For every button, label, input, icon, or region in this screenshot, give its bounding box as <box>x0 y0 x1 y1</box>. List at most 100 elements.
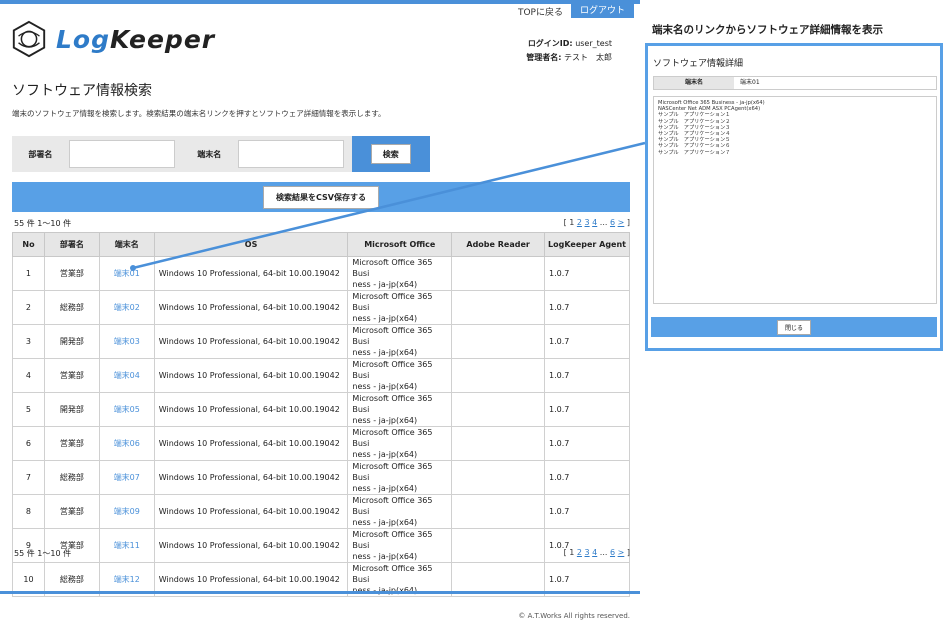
cell-dept: 営業部 <box>43 256 100 291</box>
cell-terminal: 端末01 <box>98 256 155 291</box>
copyright: © A.T.Works All rights reserved. <box>518 612 630 620</box>
logkeeper-logo-icon <box>12 20 46 58</box>
page-link[interactable]: 3 <box>585 218 590 227</box>
table-row: 3 開発部 端末03 Windows 10 Professional, 64-bit … <box>12 324 630 359</box>
csv-bar: 検索結果をCSV保存する <box>12 182 630 212</box>
login-info: ログインID: user_test 管理者名: テスト 太郎 <box>500 37 612 65</box>
logout-button[interactable]: ログアウト <box>570 4 634 18</box>
cell-dept: 営業部 <box>43 358 100 393</box>
terminal-link[interactable]: 端末03 <box>114 337 140 346</box>
logo-wordmark: LogKeeper <box>56 24 216 54</box>
column-header: Microsoft Office <box>347 232 453 257</box>
office-line: Microsoft Office 365 Busi <box>352 326 433 346</box>
office-line: ness - ja-jp(x64) <box>352 382 418 391</box>
panel-caption: 端末名のリンクからソフトウェア詳細情報を表示 <box>652 24 883 36</box>
terminal-link[interactable]: 端末07 <box>114 473 140 482</box>
cell-os: Windows 10 Professional, 64-bit 10.00.19… <box>153 426 349 461</box>
office-line: ness - ja-jp(x64) <box>352 518 418 527</box>
terminal-link[interactable]: 端末01 <box>114 269 140 278</box>
page-current: 1 <box>569 548 575 557</box>
terminal-input[interactable] <box>237 140 344 168</box>
result-count: 55 件 1〜10 件 <box>14 219 72 228</box>
office-line: Microsoft Office 365 Busi <box>352 394 433 414</box>
terminal-link[interactable]: 端末06 <box>114 439 140 448</box>
cell-terminal: 端末05 <box>98 392 155 427</box>
cell-dept: 総務部 <box>43 460 100 495</box>
terminal-link[interactable]: 端末09 <box>114 507 140 516</box>
logo: LogKeeper <box>10 20 220 58</box>
column-header: 部署名 <box>43 232 100 257</box>
page-link[interactable]: 4 <box>592 218 597 227</box>
column-header: 端末名 <box>98 232 155 257</box>
terminal-link[interactable]: 端末05 <box>114 405 140 414</box>
office-line: ness - ja-jp(x64) <box>352 280 418 289</box>
cell-adobe <box>451 494 546 529</box>
table-row: 6 営業部 端末06 Windows 10 Professional, 64-bit … <box>12 426 630 461</box>
cell-dept: 営業部 <box>43 494 100 529</box>
cell-os: Windows 10 Professional, 64-bit 10.00.19… <box>153 460 349 495</box>
column-header: LogKeeper Agent <box>544 232 630 257</box>
detail-value: 端末01 <box>740 79 760 86</box>
cell-adobe <box>451 426 546 461</box>
table-row: 5 開発部 端末05 Windows 10 Professional, 64-bit … <box>12 392 630 427</box>
terminal-link[interactable]: 端末12 <box>114 575 140 584</box>
cell-agent: 1.0.7 <box>544 358 630 393</box>
close-button[interactable]: 閉じる <box>776 319 811 335</box>
cell-no: 3 <box>12 324 45 359</box>
cell-office: Microsoft Office 365 Busi ness - ja-jp(x6… <box>347 290 453 325</box>
page-link[interactable]: 2 <box>577 218 582 227</box>
search-form: 部署名 端末名 検索 <box>12 136 430 172</box>
pagination: [ 1 2 3 4 ... 6 > ] <box>563 548 630 557</box>
terminal-link[interactable]: 端末02 <box>114 303 140 312</box>
result-count-bottom: 55 件 1〜10 件 [ 1 2 3 4 ... 6 > ] <box>14 548 630 559</box>
detail-terminal-row: 端末名 端末01 <box>653 76 937 90</box>
search-button[interactable]: 検索 <box>370 144 411 164</box>
cell-no: 4 <box>12 358 45 393</box>
terminal-label: 端末名 <box>197 149 222 159</box>
cell-agent: 1.0.7 <box>544 324 630 359</box>
pagination: [ 1 2 3 4 ... 6 > ] <box>563 218 630 227</box>
page-link[interactable]: 4 <box>592 548 597 557</box>
cell-no: 2 <box>12 290 45 325</box>
footer-line <box>0 591 640 594</box>
page-link-last[interactable]: 6 <box>610 218 615 227</box>
terminal-link[interactable]: 端末04 <box>114 371 140 380</box>
office-line: Microsoft Office 365 Busi <box>352 428 433 448</box>
cell-terminal: 端末06 <box>98 426 155 461</box>
top-nav: TOPに戻る ログアウト <box>510 4 634 18</box>
cell-terminal: 端末04 <box>98 358 155 393</box>
page-next[interactable]: > <box>618 548 625 557</box>
cell-no: 5 <box>12 392 45 427</box>
cell-office: Microsoft Office 365 Busi ness - ja-jp(x6… <box>347 494 453 529</box>
table-row: 2 総務部 端末02 Windows 10 Professional, 64-bit … <box>12 290 630 325</box>
page-next[interactable]: > <box>618 218 625 227</box>
cell-os: Windows 10 Professional, 64-bit 10.00.19… <box>153 324 349 359</box>
page-link-last[interactable]: 6 <box>610 548 615 557</box>
csv-save-button[interactable]: 検索結果をCSV保存する <box>263 185 379 209</box>
cell-terminal: 端末07 <box>98 460 155 495</box>
detail-footer: 閉じる <box>651 317 937 337</box>
cell-terminal: 端末09 <box>98 494 155 529</box>
cell-dept: 開発部 <box>43 324 100 359</box>
login-id-label: ログインID: <box>527 39 573 48</box>
office-line: Microsoft Office 365 Busi <box>352 564 433 584</box>
table-row: 8 営業部 端末09 Windows 10 Professional, 64-bit … <box>12 494 630 529</box>
table-row: 1 営業部 端末01 Windows 10 Professional, 64-bit … <box>12 256 630 291</box>
login-id-value: user_test <box>575 39 612 48</box>
office-line: Microsoft Office 365 Busi <box>352 258 433 278</box>
result-count-top: 55 件 1〜10 件 [ 1 2 3 4 ... 6 > ] <box>14 218 630 229</box>
page-link[interactable]: 2 <box>577 548 582 557</box>
cell-agent: 1.0.7 <box>544 256 630 291</box>
office-line: ness - ja-jp(x64) <box>352 450 418 459</box>
cell-os: Windows 10 Professional, 64-bit 10.00.19… <box>153 290 349 325</box>
top-link[interactable]: TOPに戻る <box>510 5 571 18</box>
page-link[interactable]: 3 <box>585 548 590 557</box>
office-line: Microsoft Office 365 Busi <box>352 462 433 482</box>
software-item: サンプル アプリケーション７ <box>658 149 731 156</box>
cell-office: Microsoft Office 365 Busi ness - ja-jp(x6… <box>347 256 453 291</box>
cell-adobe <box>451 290 546 325</box>
cell-office: Microsoft Office 365 Busi ness - ja-jp(x6… <box>347 460 453 495</box>
page-description: 端末のソフトウェア情報を検索します。検索結果の端末名リンクを押すとソフトウェア詳… <box>12 109 386 118</box>
dept-input[interactable] <box>68 140 175 168</box>
page-current: 1 <box>569 218 575 227</box>
